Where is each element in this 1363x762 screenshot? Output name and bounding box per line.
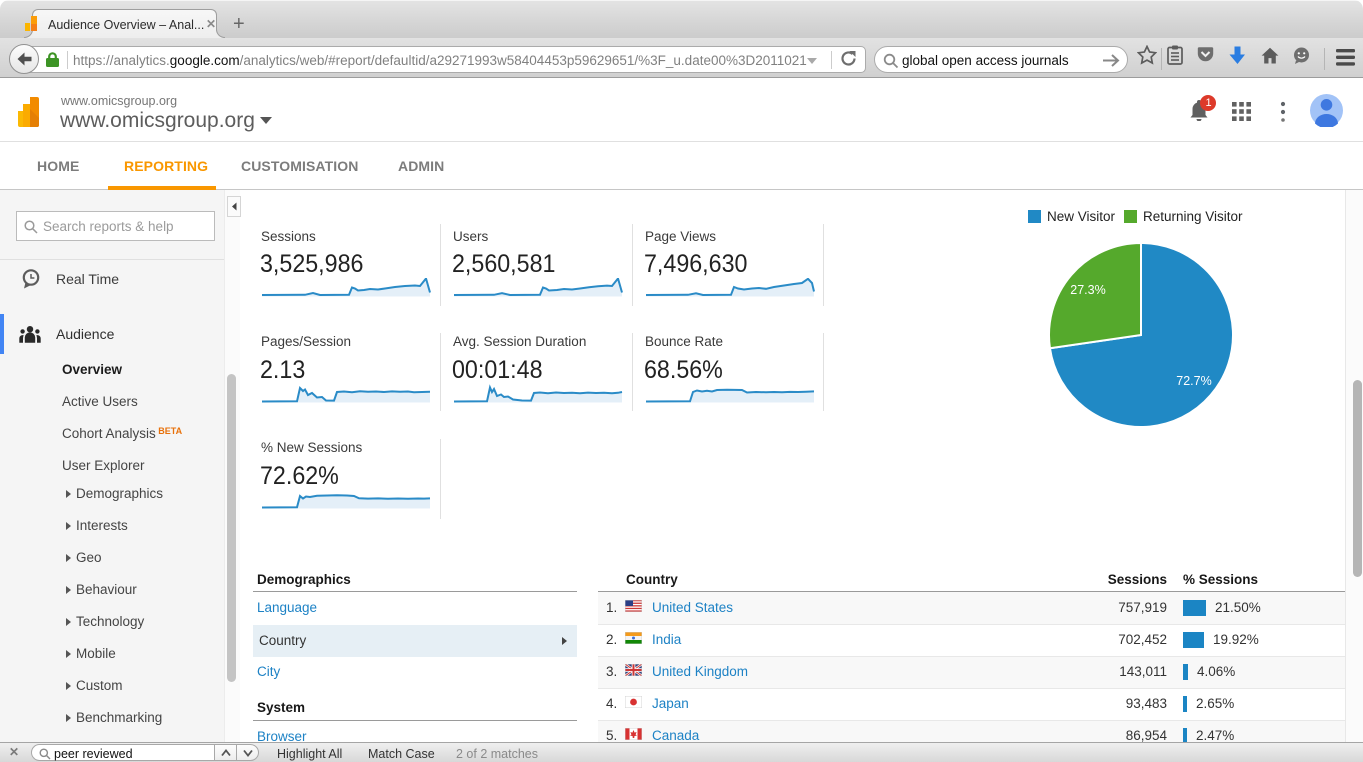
svg-text:27.3%: 27.3%	[1070, 283, 1105, 297]
svg-text:72.7%: 72.7%	[1176, 374, 1211, 388]
